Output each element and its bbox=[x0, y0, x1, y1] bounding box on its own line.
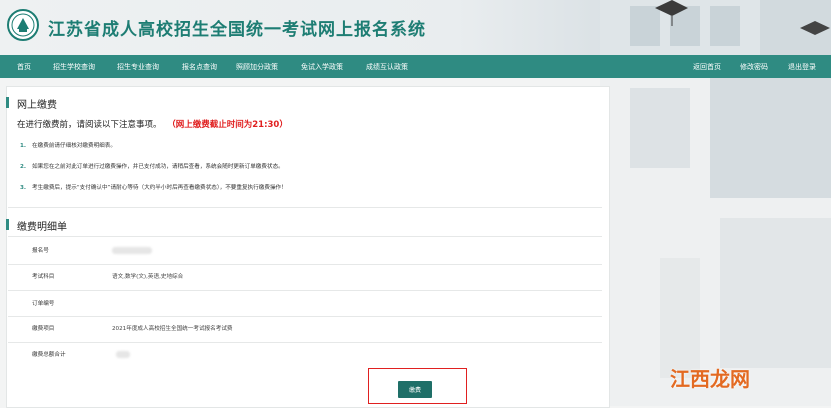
main-nav: 首页 招生学校查询 招生专业查询 报名点查询 照顾加分政策 免试入学政策 成绩互… bbox=[0, 55, 831, 78]
site-header: 江苏省成人高校招生全国统一考试网上报名系统 bbox=[0, 0, 831, 55]
watermark-text: 江西龙网 bbox=[670, 367, 750, 391]
nav-change-password[interactable]: 修改密码 bbox=[740, 62, 768, 72]
table-row: 报名号 bbox=[20, 240, 600, 262]
row-value: 2021年度成人高校招生全国统一考试报名考试费 bbox=[112, 326, 233, 332]
notice-text: 考生缴费后，提示“支付确认中”请耐心等待（大约半小时后再查看缴费状态），不要重复… bbox=[32, 185, 287, 191]
notice-item: 3. 考生缴费后，提示“支付确认中”请耐心等待（大约半小时后再查看缴费状态），不要… bbox=[20, 183, 287, 191]
site-title: 江苏省成人高校招生全国统一考试网上报名系统 bbox=[48, 20, 426, 40]
table-row: 缴费总额合计 bbox=[20, 344, 600, 366]
notice-number: 3. bbox=[20, 185, 27, 191]
nav-back-home[interactable]: 返回首页 bbox=[693, 62, 721, 72]
divider bbox=[8, 342, 602, 343]
notice-text: 如果您在之前对此订单进行过缴费操作，并已支付成功，请稍后查看，系统会随时更新订单… bbox=[32, 164, 284, 170]
divider bbox=[8, 290, 602, 291]
row-label: 缴费总额合计 bbox=[32, 352, 66, 358]
nav-school-search[interactable]: 招生学校查询 bbox=[53, 62, 95, 72]
payment-section-title: 网上缴费 bbox=[17, 100, 57, 111]
nav-site-search[interactable]: 报名点查询 bbox=[182, 62, 217, 72]
divider bbox=[8, 316, 602, 317]
table-row: 缴费项目 2021年度成人高校招生全国统一考试报名考试费 bbox=[20, 318, 600, 340]
notice-text: 在缴费前请仔细核对缴费明细表。 bbox=[32, 143, 116, 149]
notice-item: 2. 如果您在之前对此订单进行过缴费操作，并已支付成功，请稍后查看，系统会随时更新… bbox=[20, 162, 284, 170]
divider bbox=[8, 264, 602, 265]
payment-intro: 在进行缴费前，请阅读以下注意事项。 （网上缴费截止时间为21:30） bbox=[17, 118, 288, 130]
notice-number: 2. bbox=[20, 164, 27, 170]
nav-home[interactable]: 首页 bbox=[17, 62, 31, 72]
notice-number: 1. bbox=[20, 143, 27, 149]
nav-major-search[interactable]: 招生专业查询 bbox=[117, 62, 159, 72]
table-row: 订单编号 bbox=[20, 293, 600, 315]
intro-text: 在进行缴费前，请阅读以下注意事项。 bbox=[17, 120, 162, 130]
detail-section-title: 缴费明细单 bbox=[17, 222, 67, 233]
deadline-text: （网上缴费截止时间为21:30） bbox=[171, 120, 288, 130]
header-building-graphic bbox=[600, 0, 831, 55]
section-marker bbox=[6, 97, 9, 108]
nav-logout[interactable]: 退出登录 bbox=[788, 62, 816, 72]
notice-item: 1. 在缴费前请仔细核对缴费明细表。 bbox=[20, 141, 116, 149]
row-value: 语文,数学(文),英语,史地综合 bbox=[112, 274, 184, 280]
pay-button[interactable]: 缴费 bbox=[398, 381, 432, 398]
redacted-value bbox=[116, 351, 130, 358]
school-emblem-icon bbox=[7, 9, 39, 41]
nav-exempt-policy[interactable]: 免试入学政策 bbox=[301, 62, 343, 72]
background-photo bbox=[600, 78, 831, 406]
row-label: 订单编号 bbox=[32, 301, 55, 307]
row-label: 缴费项目 bbox=[32, 326, 55, 332]
divider bbox=[8, 207, 602, 208]
row-label: 报名号 bbox=[32, 248, 49, 254]
row-label: 考试科目 bbox=[32, 274, 55, 280]
divider bbox=[8, 236, 602, 237]
table-row: 考试科目 语文,数学(文),英语,史地综合 bbox=[20, 266, 600, 288]
nav-bonus-policy[interactable]: 照顾加分政策 bbox=[236, 62, 278, 72]
section-marker bbox=[6, 219, 9, 230]
nav-credit-policy[interactable]: 成绩互认政策 bbox=[366, 62, 408, 72]
redacted-value bbox=[112, 247, 152, 254]
